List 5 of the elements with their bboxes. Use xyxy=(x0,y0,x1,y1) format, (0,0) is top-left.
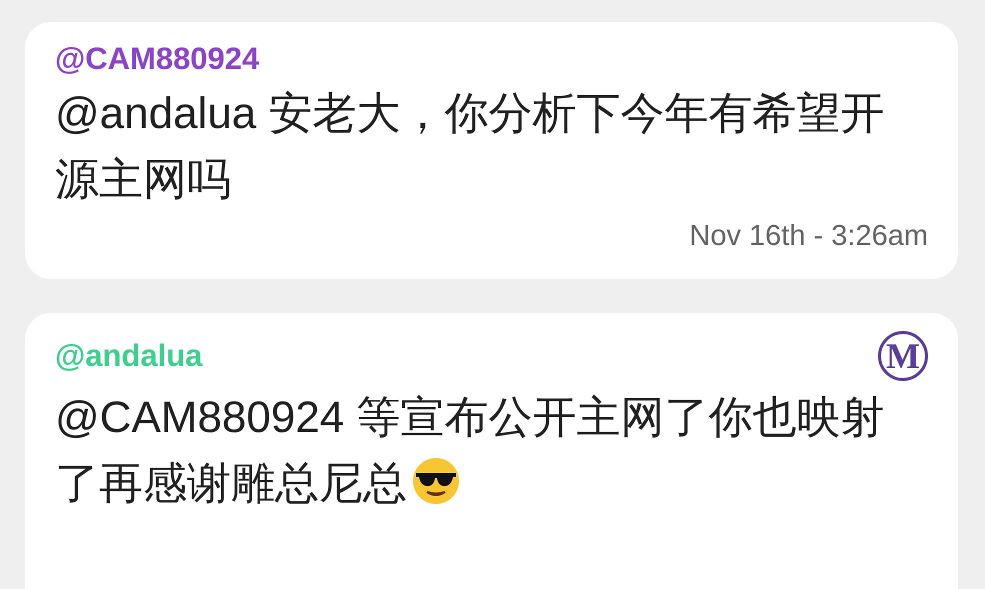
moderator-badge: M xyxy=(878,330,928,381)
message-text: @andalua 安老大，你分析下今年有希望开源主网吗 xyxy=(55,88,886,206)
message-text: @CAM880924 等宣布公开主网了你也映射了再感谢雕总尼总 xyxy=(55,392,886,510)
timestamp: Nov 16th - 3:26am xyxy=(688,219,928,254)
username[interactable]: @CAM880924 xyxy=(55,40,260,78)
